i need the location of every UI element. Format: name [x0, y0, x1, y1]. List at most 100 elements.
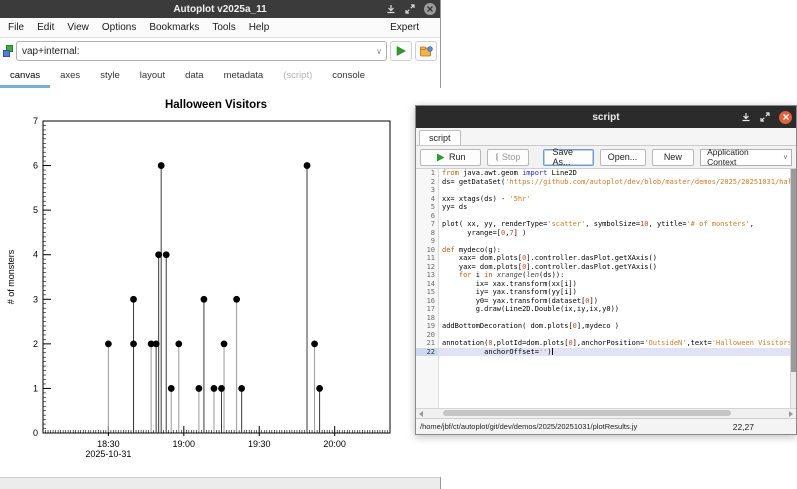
code-line-3[interactable]: [439, 186, 796, 195]
y-tick-label: 7: [33, 116, 38, 126]
tab-data[interactable]: data: [175, 65, 214, 88]
tab-style[interactable]: style: [90, 65, 130, 88]
line-number: 3: [416, 186, 438, 195]
tab-layout[interactable]: layout: [130, 65, 175, 88]
line-number: 20: [416, 331, 438, 340]
code-line-12[interactable]: yax= dom.plots[0].controller.dasPlot.get…: [439, 263, 796, 272]
stop-icon: [496, 153, 497, 161]
open-file-icon-button[interactable]: [415, 41, 437, 61]
code-line-19[interactable]: addBottomDecoration( dom.plots[0],mydeco…: [439, 322, 796, 331]
datasource-icon: [3, 44, 13, 58]
menu-item-help[interactable]: Help: [249, 22, 270, 33]
line-number: 19: [416, 322, 438, 331]
code-line-21[interactable]: annotation(0,plotId=dom.plots[0],anchorP…: [439, 339, 796, 348]
code-line-6[interactable]: [439, 212, 796, 221]
menu-items: File Edit View Options Bookmarks Tools Help: [8, 22, 282, 33]
menu-item-options[interactable]: Options: [102, 22, 136, 33]
maximize-icon[interactable]: [405, 4, 415, 14]
run-button[interactable]: Run: [420, 149, 481, 166]
code-line-7[interactable]: plot( xx, yy, renderType='scatter', symb…: [439, 220, 796, 229]
script-toolbar: Run Stop Save As... Open... New Applicat…: [416, 146, 796, 168]
main-tabbar: canvasaxesstylelayoutdatametadata(script…: [0, 64, 440, 89]
horizontal-scrollbar[interactable]: [416, 408, 796, 418]
code-line-5[interactable]: yy= ds: [439, 203, 796, 212]
close-icon[interactable]: [424, 3, 436, 15]
x-tick-label: 19:30: [248, 439, 271, 449]
stem-lines: [108, 166, 319, 432]
script-titlebar[interactable]: script: [416, 106, 796, 128]
expert-mode-label[interactable]: Expert: [390, 22, 419, 33]
x-axis[interactable]: 18:302025-10-3119:0019:3020:00: [43, 426, 390, 459]
tab-canvas[interactable]: canvas: [0, 65, 50, 88]
code-line-22[interactable]: anchorOffset=''): [439, 348, 796, 357]
plot-canvas[interactable]: Halloween Visitors # of monsters 18:3020…: [0, 88, 441, 477]
line-number: 22: [416, 348, 438, 357]
play-icon: [436, 153, 445, 162]
tab-console[interactable]: console: [322, 65, 375, 88]
chevron-down-icon[interactable]: ∨: [376, 47, 382, 56]
tab-axes[interactable]: axes: [50, 65, 90, 88]
chevron-down-icon: ∨: [783, 153, 788, 161]
line-number: 16: [416, 297, 438, 306]
code-line-20[interactable]: [439, 331, 796, 340]
x-tick-label: 19:00: [173, 439, 196, 449]
go-plot-button[interactable]: [390, 41, 412, 61]
new-button[interactable]: New: [652, 149, 695, 166]
menu-item-tools[interactable]: Tools: [212, 22, 235, 33]
code-line-13[interactable]: for i in xrange(len(ds)):: [439, 271, 796, 280]
code-line-8[interactable]: yrange=[0,7] ): [439, 229, 796, 238]
line-number: 12: [416, 263, 438, 272]
code-pane[interactable]: from java.awt.geom import Line2Dds= getD…: [439, 169, 796, 408]
code-line-18[interactable]: [439, 314, 796, 323]
tab-metadata[interactable]: metadata: [214, 65, 274, 88]
code-line-11[interactable]: xax= dom.plots[0].controller.dasPlot.get…: [439, 254, 796, 263]
menu-item-bookmarks[interactable]: Bookmarks: [149, 22, 199, 33]
line-number: 9: [416, 237, 438, 246]
menu-item-edit[interactable]: Edit: [37, 22, 54, 33]
line-number: 21: [416, 339, 438, 348]
scroll-left-icon[interactable]: [419, 411, 423, 417]
address-bar: vap+internal: ∨: [0, 38, 440, 64]
code-line-10[interactable]: def mydeco(g):: [439, 246, 796, 255]
uri-value: vap+internal:: [22, 46, 80, 57]
data-points: [105, 162, 323, 392]
code-editor[interactable]: 12345678910111213141516171819202122 from…: [416, 168, 796, 408]
menu-item-view[interactable]: View: [67, 22, 89, 33]
tab-script[interactable]: (script): [273, 65, 322, 88]
menu-item-file[interactable]: File: [8, 22, 24, 33]
minimize-icon[interactable]: [386, 4, 396, 14]
code-line-9[interactable]: [439, 237, 796, 246]
save-as-button[interactable]: Save As...: [543, 149, 593, 166]
close-icon[interactable]: [779, 111, 792, 124]
y-axis-label: # of monsters: [6, 249, 16, 304]
minimize-icon[interactable]: [741, 112, 751, 122]
code-line-14[interactable]: ix= xax.transform(xx[i]): [439, 280, 796, 289]
main-titlebar[interactable]: Autoplot v2025a_11: [0, 0, 440, 18]
maximize-icon[interactable]: [760, 112, 770, 122]
line-number: 5: [416, 203, 438, 212]
y-axis[interactable]: 01234567: [33, 116, 51, 438]
main-statusbar: [0, 477, 440, 489]
code-line-1[interactable]: from java.awt.geom import Line2D: [439, 169, 796, 178]
code-line-4[interactable]: xx= xtags(ds) - '5hr': [439, 195, 796, 204]
autoplot-main-window: Autoplot v2025a_11 File Edit View Options Bo…: [0, 0, 441, 489]
text-caret: [552, 348, 553, 355]
line-number: 2: [416, 178, 438, 187]
line-number: 6: [416, 212, 438, 221]
line-number: 4: [416, 195, 438, 204]
vertical-scrollbar[interactable]: [790, 169, 796, 408]
scrollbar-thumb[interactable]: [443, 410, 732, 416]
uri-combobox[interactable]: vap+internal: ∨: [16, 41, 387, 61]
tab-script[interactable]: script: [419, 130, 461, 145]
main-window-title: Autoplot v2025a_11: [0, 4, 440, 15]
y-tick-label: 3: [33, 294, 38, 304]
line-number: 11: [416, 254, 438, 263]
scroll-right-icon[interactable]: [789, 411, 793, 417]
open-button[interactable]: Open...: [600, 149, 646, 166]
application-context-combobox[interactable]: Application Context ∨: [700, 149, 792, 166]
code-line-2[interactable]: ds= getDataSet('https://github.com/autop…: [439, 178, 796, 187]
code-line-15[interactable]: iy= yax.transform(yy[i]): [439, 288, 796, 297]
code-line-16[interactable]: y0= yax.transform(dataset[0]): [439, 297, 796, 306]
code-line-17[interactable]: g.draw(Line2D.Double(ix,iy,ix,y0)): [439, 305, 796, 314]
stop-button[interactable]: Stop: [487, 149, 529, 166]
